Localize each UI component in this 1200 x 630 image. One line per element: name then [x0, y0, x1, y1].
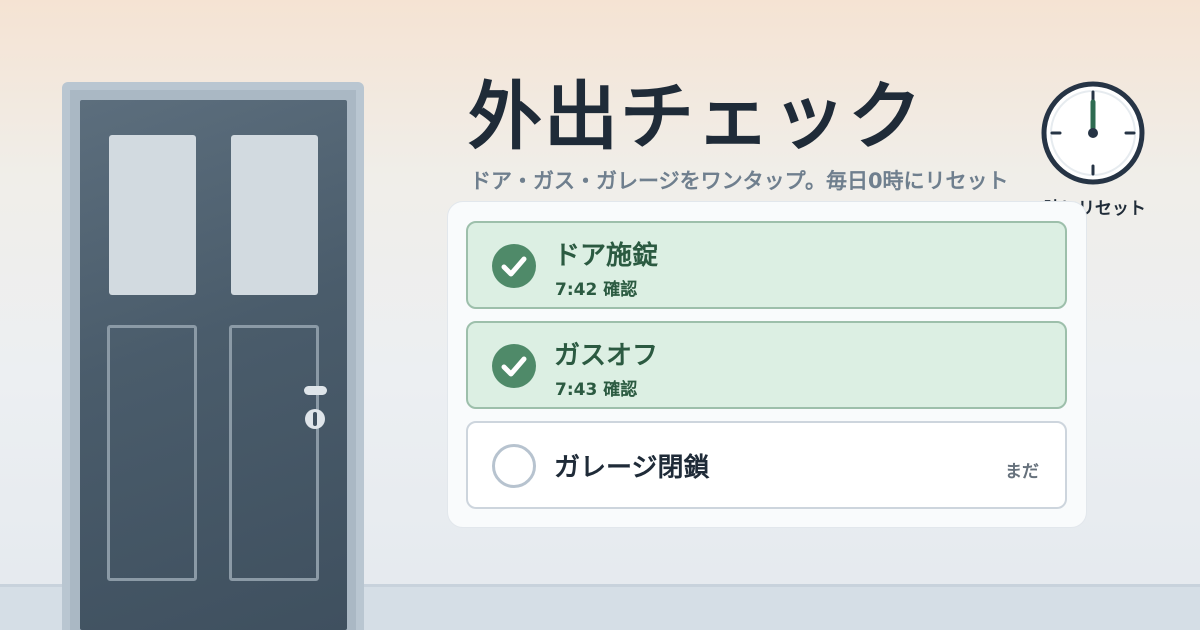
- door-handle: [304, 386, 327, 395]
- door-panel-left: [107, 325, 197, 581]
- task-garage-close[interactable]: ガレージ閉鎖 まだ: [466, 421, 1067, 509]
- page-title: 外出チェック: [468, 74, 924, 160]
- door-window-right: [231, 135, 318, 295]
- check-icon: [492, 244, 536, 288]
- door-window-left: [109, 135, 196, 295]
- door-illustration: [80, 100, 347, 630]
- check-icon: [492, 344, 536, 388]
- door-panel-right: [229, 325, 319, 581]
- task-time: 7:43 確認: [555, 380, 638, 400]
- task-label: ドア施錠: [554, 241, 659, 271]
- moon-icon: [1150, 114, 1170, 154]
- page-subtitle: ドア・ガス・ガレージをワンタップ。毎日0時にリセット: [470, 169, 1009, 193]
- clock-icon: [1041, 81, 1145, 185]
- task-gas-off[interactable]: ガスオフ 7:43 確認: [466, 321, 1067, 409]
- door-lock: [305, 409, 325, 429]
- unchecked-circle-icon: [492, 444, 536, 488]
- task-label: ガスオフ: [554, 341, 659, 371]
- task-label: ガレージ閉鎖: [554, 453, 710, 483]
- task-door-lock[interactable]: ドア施錠 7:42 確認: [466, 221, 1067, 309]
- task-status: まだ: [1005, 462, 1039, 482]
- task-time: 7:42 確認: [555, 280, 638, 300]
